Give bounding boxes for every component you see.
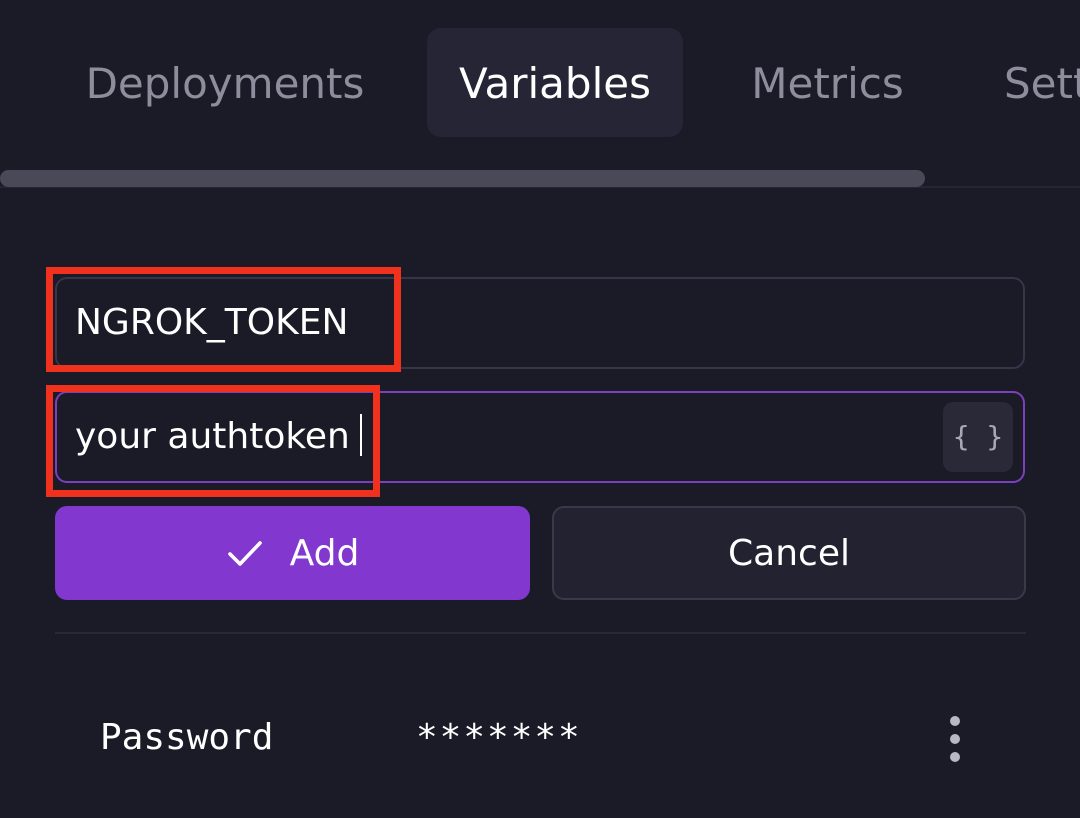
variable-value-text: your authtoken xyxy=(75,393,362,481)
braces-icon[interactable]: { } xyxy=(943,402,1013,472)
variable-row-value: ******* xyxy=(416,717,582,758)
variables-screen: Deployments Variables Metrics Settings N… xyxy=(0,0,1080,818)
tab-variables[interactable]: Variables xyxy=(427,28,683,137)
tab-deployments[interactable]: Deployments xyxy=(60,28,390,137)
tab-settings[interactable]: Settings xyxy=(1004,28,1080,137)
variable-value-input[interactable]: your authtoken { } xyxy=(55,391,1025,483)
cancel-button-label: Cancel xyxy=(728,532,850,574)
tab-metrics[interactable]: Metrics xyxy=(730,28,925,137)
variable-row: Password ******* xyxy=(0,690,1080,786)
cancel-button[interactable]: Cancel xyxy=(552,506,1026,600)
text-cursor xyxy=(359,414,362,456)
tab-bar: Deployments Variables Metrics Settings xyxy=(0,0,1080,170)
add-button[interactable]: Add xyxy=(55,506,530,600)
variable-name-input[interactable]: NGROK_TOKEN xyxy=(55,277,1025,369)
add-button-label: Add xyxy=(289,532,360,574)
more-options-icon[interactable] xyxy=(936,714,974,764)
variable-row-name: Password xyxy=(100,717,274,758)
check-icon xyxy=(227,541,262,566)
variable-name-value: NGROK_TOKEN xyxy=(75,302,349,343)
variable-value-value: your authtoken xyxy=(75,416,350,457)
tab-scrollbar-thumb[interactable] xyxy=(0,170,925,187)
tab-scroll-track xyxy=(0,170,1080,188)
section-divider xyxy=(55,632,1026,634)
